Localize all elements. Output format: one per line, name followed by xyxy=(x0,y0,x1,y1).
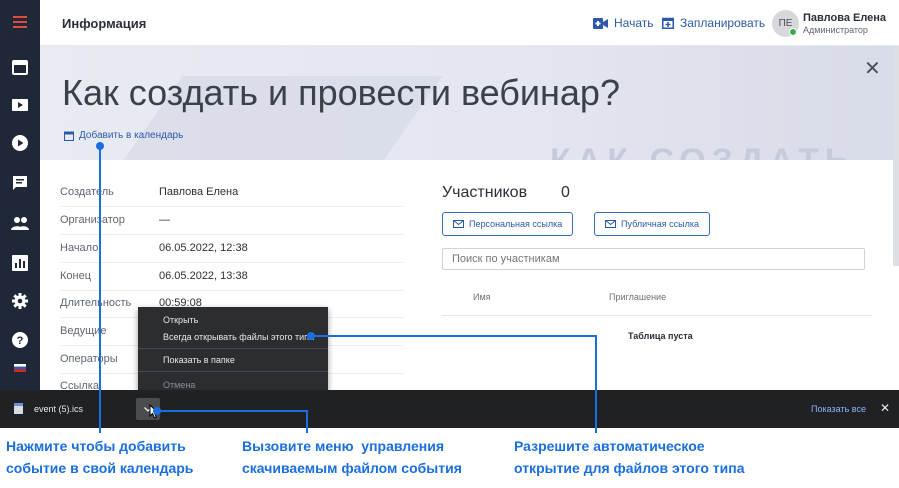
download-bar: event (5).ics Показать все ✕ xyxy=(0,390,899,428)
detail-value: Павлова Елена xyxy=(159,186,239,198)
menu-item-always-open[interactable]: Всегда открывать файлы этого типа xyxy=(163,332,314,342)
user-role: Администратор xyxy=(803,25,868,35)
calendar-icon xyxy=(64,131,74,141)
detail-row-start: Начало 06.05.2022, 12:38 xyxy=(60,235,404,263)
detail-label: Длительность xyxy=(60,297,132,309)
detail-value: — xyxy=(159,214,170,226)
detail-label: Организатор xyxy=(60,214,125,226)
svg-text:?: ? xyxy=(17,335,24,347)
participants-search-input[interactable] xyxy=(442,248,865,270)
menu-item-show-in-folder[interactable]: Показать в папке xyxy=(163,355,235,365)
banner-background-text: КАК СОЗДАТЬ xyxy=(550,142,855,160)
detail-row-creator: Создатель Павлова Елена xyxy=(60,179,404,207)
menu-separator xyxy=(138,348,328,349)
show-all-downloads-link[interactable]: Показать все xyxy=(811,404,866,414)
table-empty-message: Таблица пуста xyxy=(628,331,693,341)
download-context-menu: Открыть Всегда открывать файлы этого тип… xyxy=(138,307,328,398)
annotation-always-open: Разрешите автоматическое открытие для фа… xyxy=(514,435,745,479)
annotation-line: открытие для файлов этого типа xyxy=(514,460,745,476)
table-divider xyxy=(442,315,872,316)
event-banner: КАК СОЗДАТЬ Как создать и провести вебин… xyxy=(40,46,893,160)
detail-label: Конец xyxy=(60,270,92,282)
users-icon[interactable] xyxy=(10,213,30,233)
menu-icon[interactable] xyxy=(10,12,30,32)
mouse-cursor-icon xyxy=(149,404,159,419)
start-button[interactable]: Начать xyxy=(593,16,654,30)
user-name[interactable]: Павлова Елена xyxy=(803,12,886,24)
online-status-dot xyxy=(789,28,797,36)
public-link-button[interactable]: Публичная ссылка xyxy=(594,212,710,236)
mail-icon xyxy=(605,220,616,228)
gear-icon[interactable] xyxy=(10,291,30,311)
annotation-download-menu: Вызовите меню управления скачиваемым фай… xyxy=(242,435,462,479)
menu-item-open[interactable]: Открыть xyxy=(163,315,198,325)
event-title: Как создать и провести вебинар? xyxy=(62,72,620,113)
detail-label: Создатель xyxy=(60,186,114,198)
public-link-label: Публичная ссылка xyxy=(621,219,699,229)
chat-icon[interactable] xyxy=(10,173,30,193)
detail-label: Ведущие xyxy=(60,325,107,337)
top-header: Информация Начать Запланировать ПЕ Павло… xyxy=(40,0,899,46)
detail-value: 06.05.2022, 13:38 xyxy=(159,270,248,282)
start-label: Начать xyxy=(614,16,654,30)
help-icon[interactable]: ? xyxy=(10,330,30,350)
annotation-line: скачиваемым файлом события xyxy=(242,460,462,476)
detail-label: Ссылка xyxy=(60,380,99,390)
close-icon[interactable]: ✕ xyxy=(864,56,881,81)
play-icon[interactable] xyxy=(10,133,30,153)
menu-separator xyxy=(138,371,328,372)
mail-icon xyxy=(453,220,464,228)
column-header-invite[interactable]: Приглашение xyxy=(609,292,666,302)
participants-title: Участников xyxy=(442,184,528,201)
detail-value: 06.05.2022, 12:38 xyxy=(159,242,248,254)
scrollbar[interactable] xyxy=(893,46,899,266)
detail-row-organizer: Организатор — xyxy=(60,207,404,235)
sidebar: ? xyxy=(0,0,40,390)
schedule-button[interactable]: Запланировать xyxy=(662,16,765,30)
close-icon[interactable]: ✕ xyxy=(880,401,890,415)
participants-count: 0 xyxy=(561,184,570,201)
detail-label: Операторы xyxy=(60,353,118,365)
calendar-icon[interactable] xyxy=(10,57,30,77)
app-root: ? Информация Начать Запланировать ПЕ Пав… xyxy=(0,0,899,488)
stats-icon[interactable] xyxy=(10,253,30,273)
menu-item-cancel: Отмена xyxy=(163,380,196,390)
detail-row-end: Конец 06.05.2022, 13:38 xyxy=(60,263,404,291)
schedule-label: Запланировать xyxy=(680,16,766,30)
personal-link-button[interactable]: Персональная ссылка xyxy=(442,212,574,236)
personal-link-label: Персональная ссылка xyxy=(469,219,563,229)
annotation-line: Вызовите меню управления xyxy=(242,438,445,454)
language-flag-icon[interactable] xyxy=(10,358,30,378)
add-to-calendar-label: Добавить в календарь xyxy=(79,130,184,141)
annotation-line: Разрешите автоматическое xyxy=(514,438,705,454)
annotation-add-to-calendar: Нажмите чтобы добавить событие в свой ка… xyxy=(6,435,193,479)
video-camera-icon xyxy=(593,17,608,29)
annotation-line: событие в свой календарь xyxy=(6,460,194,476)
video-icon[interactable] xyxy=(10,95,30,115)
file-icon xyxy=(14,403,23,414)
detail-label: Начало xyxy=(60,242,99,254)
annotation-line: Нажмите чтобы добавить xyxy=(6,438,186,454)
page-title: Информация xyxy=(62,16,147,31)
download-file-name[interactable]: event (5).ics xyxy=(34,404,83,414)
column-header-name[interactable]: Имя xyxy=(473,292,491,302)
calendar-plus-icon xyxy=(662,17,674,29)
add-to-calendar-link[interactable]: Добавить в календарь xyxy=(64,130,183,141)
